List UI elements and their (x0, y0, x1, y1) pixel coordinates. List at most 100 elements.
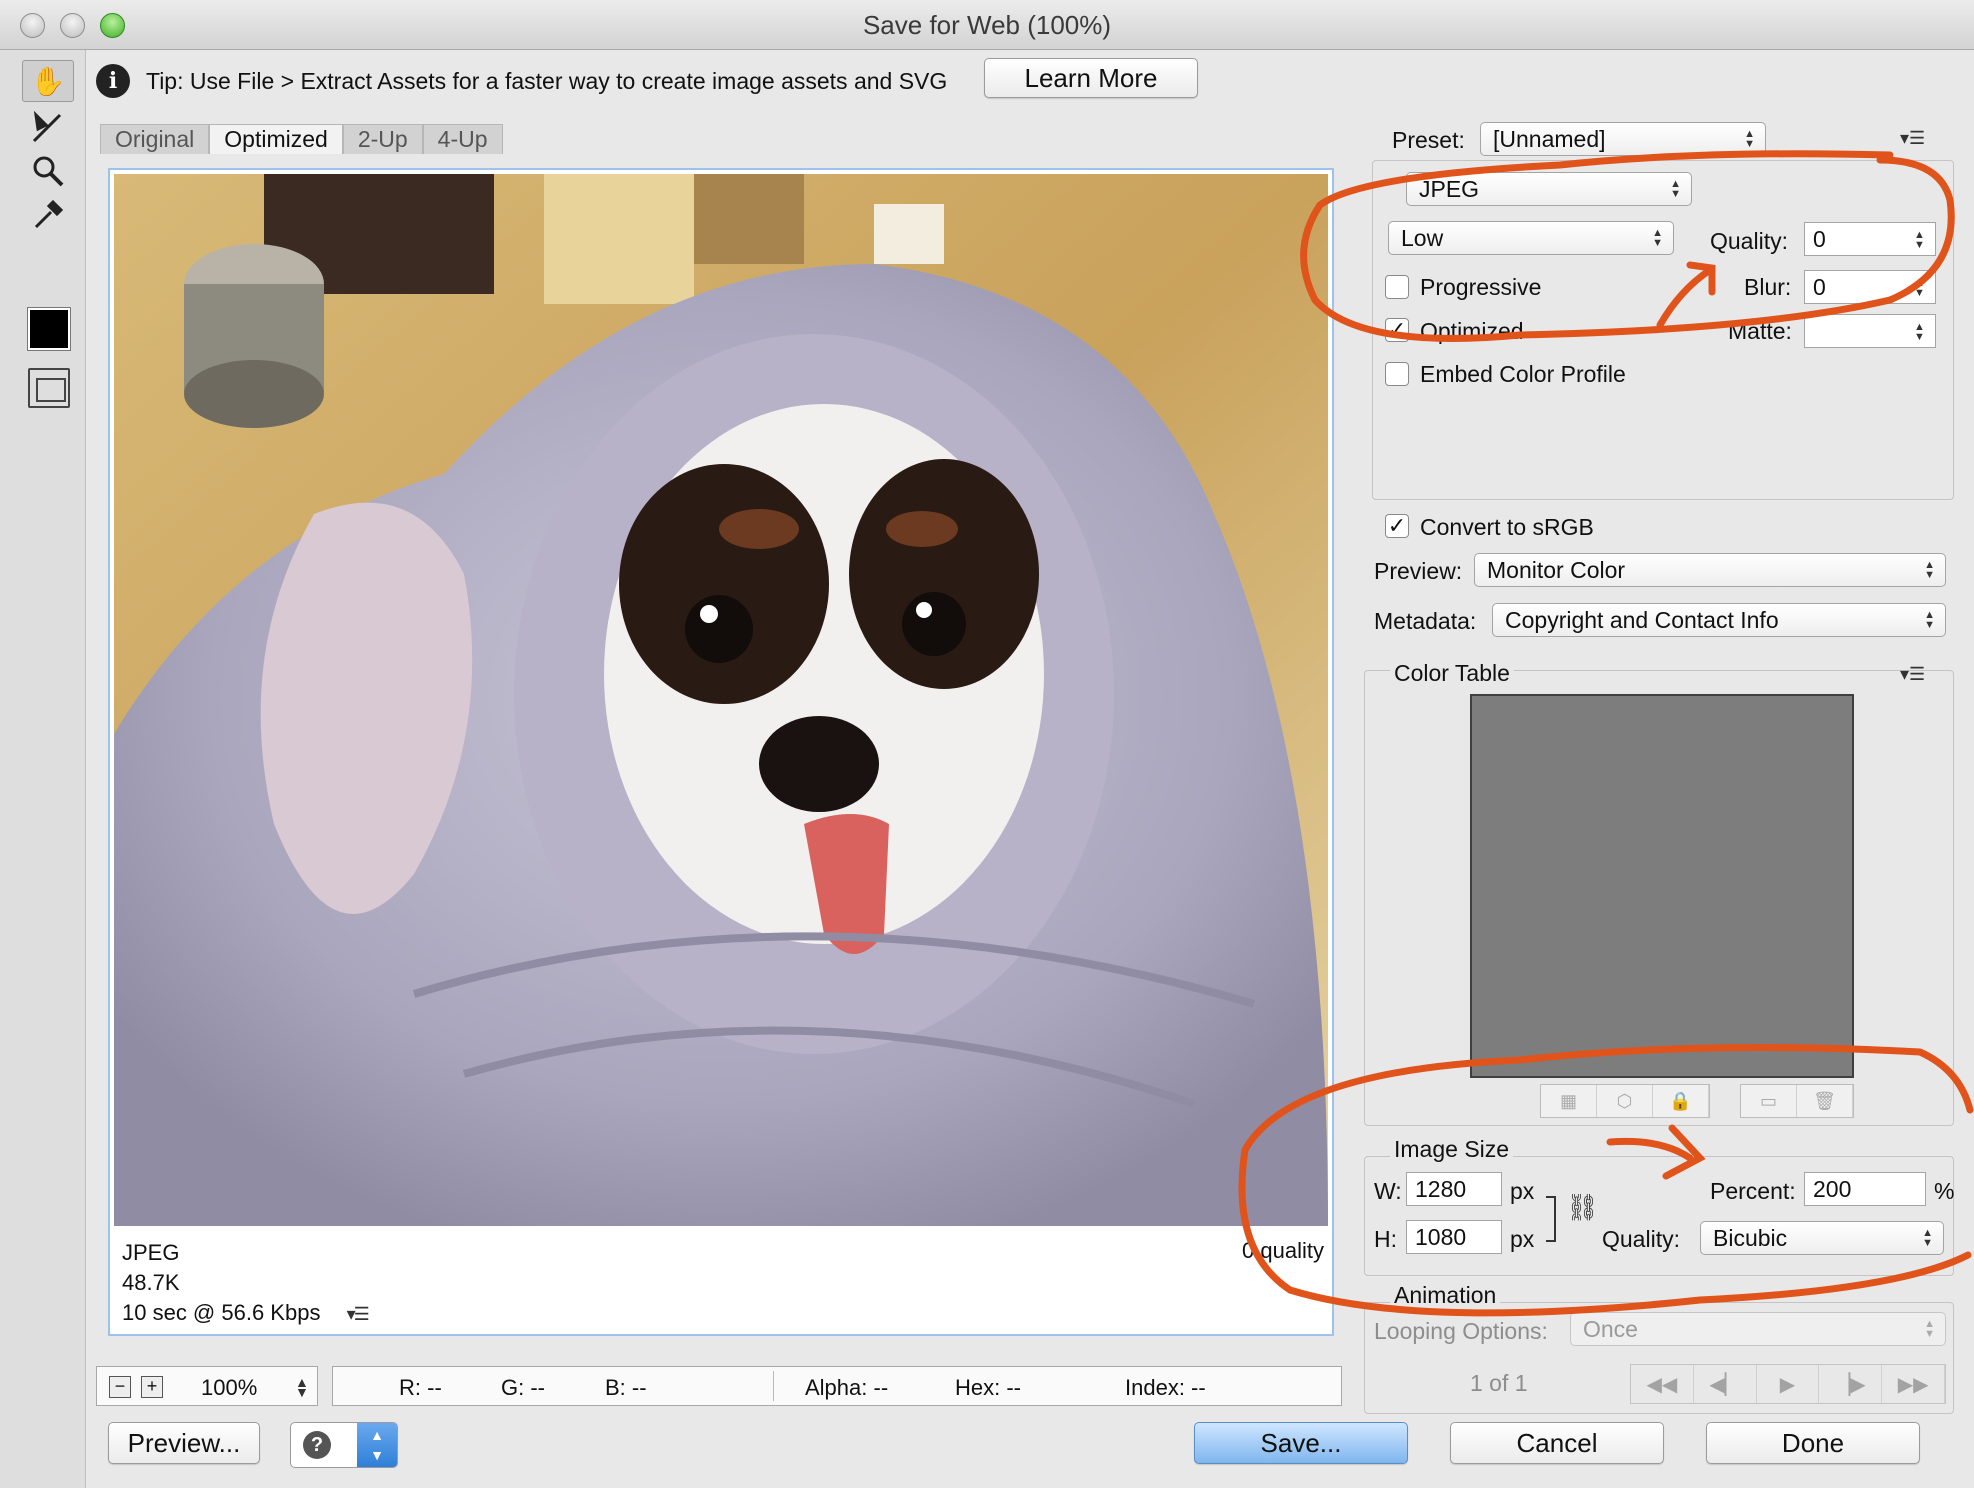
chevron-updown-icon: ▲ ▼ (1670, 178, 1681, 200)
animation-controls: ◀◀ ◀▏ ▶ ▕▶ ▶▶ (1630, 1364, 1946, 1404)
new-color-icon[interactable]: ▭ (1741, 1085, 1797, 1117)
optimized-preview-pane[interactable]: JPEG 48.7K 10 sec @ 56.6 Kbps ▾☰ 0 quali… (108, 168, 1334, 1336)
matte-label: Matte: (1728, 318, 1792, 344)
readout-index: Index: -- (1125, 1375, 1206, 1400)
resample-quality-label: Quality: (1602, 1226, 1680, 1252)
progressive-label: Progressive (1420, 274, 1542, 300)
compression-quality-select[interactable]: Low ▲ ▼ (1388, 221, 1674, 255)
zoom-level[interactable]: 100% (201, 1375, 257, 1401)
chevron-updown-icon: ▲ ▼ (1652, 227, 1663, 249)
preview-color-select[interactable]: Monitor Color ▲ ▼ (1474, 553, 1946, 587)
height-label: H: (1374, 1226, 1397, 1252)
tip-text: Tip: Use File > Extract Assets for a fas… (146, 68, 948, 94)
color-table-menu-icon[interactable]: ▾☰ (1900, 664, 1925, 685)
map-transparent-icon[interactable]: ▦ (1541, 1085, 1597, 1117)
blur-stepper-icon[interactable]: ▲ ▼ (1914, 278, 1925, 299)
optimize-menu-icon[interactable]: ▾☰ (1900, 128, 1925, 149)
looping-options-label: Looping Options: (1374, 1318, 1548, 1344)
chevron-updown-icon: ▲ ▼ (1922, 1227, 1933, 1249)
download-speed-menu-icon[interactable]: ▾☰ (347, 1304, 370, 1324)
compression-quality-value: Low (1401, 224, 1444, 251)
eyedropper-color-swatch[interactable] (28, 308, 70, 350)
tab-4-up[interactable]: 4-Up (422, 124, 503, 154)
web-shift-icon[interactable]: ⬡ (1597, 1085, 1653, 1117)
chevron-updown-icon: ▲ ▼ (1924, 609, 1935, 631)
slice-select-tool-icon[interactable] (22, 106, 74, 148)
zoom-stepper-icon[interactable]: ▲ ▼ (295, 1375, 309, 1399)
percent-field[interactable]: 200 (1804, 1172, 1926, 1206)
toggle-slices-visibility-icon[interactable] (28, 368, 70, 408)
metadata-label: Metadata: (1374, 608, 1477, 634)
preview-info: JPEG 48.7K 10 sec @ 56.6 Kbps ▾☰ (122, 1238, 370, 1329)
readout-b: B: -- (605, 1375, 647, 1400)
matte-stepper-icon[interactable]: ▲ ▼ (1914, 322, 1925, 343)
done-button[interactable]: Done (1706, 1422, 1920, 1464)
next-frame-icon[interactable]: ▕▶ (1819, 1365, 1883, 1403)
window-title: Save for Web (100%) (862, 10, 1112, 40)
zoom-out-button[interactable]: − (109, 1376, 131, 1398)
lock-color-icon[interactable]: 🔒 (1653, 1085, 1709, 1117)
preview-file-size: 48.7K (122, 1270, 180, 1295)
tab-2-up[interactable]: 2-Up (342, 124, 423, 154)
convert-srgb-checkbox[interactable]: ✓ (1385, 514, 1409, 538)
view-tabs: Original Optimized 2-Up 4-Up (100, 124, 503, 154)
blur-label: Blur: (1744, 274, 1792, 300)
tab-original[interactable]: Original (100, 124, 210, 154)
preview-label: Preview: (1374, 558, 1463, 584)
tool-strip: ✋ (0, 50, 86, 1488)
learn-more-button[interactable]: Learn More (984, 58, 1198, 98)
color-table-swatches[interactable] (1470, 694, 1854, 1078)
looping-options-value: Once (1583, 1315, 1638, 1342)
help-dropdown[interactable]: ? ▲ ▼ (290, 1422, 398, 1468)
progressive-checkbox[interactable] (1385, 275, 1409, 299)
preset-label: Preset: (1392, 127, 1465, 153)
eyedropper-tool-icon[interactable] (22, 194, 74, 236)
metadata-select[interactable]: Copyright and Contact Info ▲ ▼ (1492, 603, 1946, 637)
readout-g: G: -- (501, 1375, 545, 1400)
optimized-label: Optimized (1420, 318, 1524, 344)
cancel-button[interactable]: Cancel (1450, 1422, 1664, 1464)
zoom-tool-icon[interactable] (22, 150, 74, 192)
height-field[interactable]: 1080 (1406, 1220, 1502, 1254)
preview-in-browser-button[interactable]: Preview... (108, 1422, 260, 1464)
constrain-proportions-link-icon[interactable]: ⛓ (1566, 1192, 1599, 1223)
readout-r: R: -- (399, 1375, 442, 1400)
optimized-checkbox[interactable]: ✓ (1385, 318, 1409, 342)
play-icon[interactable]: ▶ (1757, 1365, 1820, 1403)
save-button[interactable]: Save... (1194, 1422, 1408, 1464)
color-table-tools-left: ▦ ⬡ 🔒 (1540, 1084, 1710, 1118)
looping-options-select[interactable]: Once ▲ ▼ (1570, 1312, 1946, 1346)
preview-quality-note: 0 quality (1242, 1238, 1324, 1263)
tab-optimized[interactable]: Optimized (209, 124, 343, 154)
embed-color-profile-label: Embed Color Profile (1420, 361, 1626, 387)
quality-stepper-icon[interactable]: ▲ ▼ (1914, 230, 1925, 251)
zoom-in-button[interactable]: + (141, 1376, 163, 1398)
last-frame-icon[interactable]: ▶▶ (1882, 1365, 1945, 1403)
preview-download-time: 10 sec @ 56.6 Kbps (122, 1300, 321, 1325)
delete-color-icon[interactable]: 🗑 (1797, 1085, 1853, 1117)
hand-tool-icon[interactable]: ✋ (22, 60, 74, 102)
embed-color-profile-checkbox[interactable] (1385, 362, 1409, 386)
color-table-title: Color Table (1390, 660, 1514, 687)
width-unit: px (1510, 1178, 1535, 1204)
file-format-select[interactable]: JPEG ▲ ▼ (1406, 172, 1692, 206)
previous-frame-icon[interactable]: ◀▏ (1694, 1365, 1757, 1403)
resample-quality-select[interactable]: Bicubic ▲ ▼ (1700, 1221, 1944, 1255)
first-frame-icon[interactable]: ◀◀ (1631, 1365, 1694, 1403)
info-icon: i (96, 64, 130, 98)
width-label: W: (1374, 1178, 1402, 1204)
help-icon: ? (303, 1431, 331, 1459)
preset-select[interactable]: [Unnamed] ▲ ▼ (1480, 122, 1766, 156)
color-table-tools-right: ▭ 🗑 (1740, 1084, 1854, 1118)
chevron-updown-icon: ▲ ▼ (1924, 559, 1935, 581)
file-format-value: JPEG (1419, 175, 1480, 202)
readout-alpha: Alpha: -- (805, 1375, 889, 1400)
preset-value: [Unnamed] (1493, 125, 1606, 152)
chevron-updown-icon: ▲ ▼ (357, 1423, 397, 1467)
readout-divider (773, 1371, 774, 1401)
animation-title: Animation (1390, 1282, 1501, 1309)
percent-label: Percent: (1710, 1178, 1796, 1204)
width-field[interactable]: 1280 (1406, 1172, 1502, 1206)
title-bar: Save for Web (100%) (0, 0, 1974, 50)
image-size-title: Image Size (1390, 1136, 1514, 1163)
